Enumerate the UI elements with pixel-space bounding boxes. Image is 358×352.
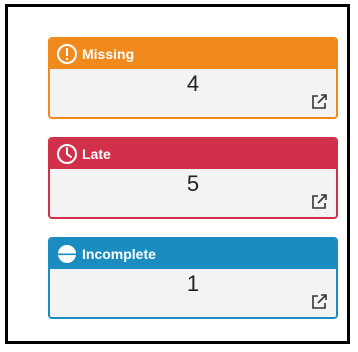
missing-card[interactable]: Missing 4 xyxy=(48,37,338,119)
exclamation-circle-icon xyxy=(56,43,78,65)
missing-count: 4 xyxy=(186,71,200,96)
incomplete-card[interactable]: Incomplete 1 xyxy=(48,237,338,319)
clock-icon xyxy=(56,143,78,165)
late-label: Late xyxy=(82,146,111,162)
incomplete-label: Incomplete xyxy=(82,246,156,262)
late-count: 5 xyxy=(186,171,200,196)
incomplete-card-header: Incomplete xyxy=(50,239,336,269)
missing-card-body: 4 xyxy=(50,69,336,117)
external-link-icon[interactable] xyxy=(310,193,328,211)
late-card-body: 5 xyxy=(50,169,336,217)
missing-label: Missing xyxy=(82,46,135,62)
status-panel: Missing 4 Late 5 Incomplete 1 xyxy=(5,4,350,344)
late-card[interactable]: Late 5 xyxy=(48,137,338,219)
late-card-header: Late xyxy=(50,139,336,169)
half-circle-icon xyxy=(56,243,78,265)
external-link-icon[interactable] xyxy=(310,93,328,111)
external-link-icon[interactable] xyxy=(310,293,328,311)
incomplete-count: 1 xyxy=(186,271,200,296)
missing-card-header: Missing xyxy=(50,39,336,69)
incomplete-card-body: 1 xyxy=(50,269,336,317)
